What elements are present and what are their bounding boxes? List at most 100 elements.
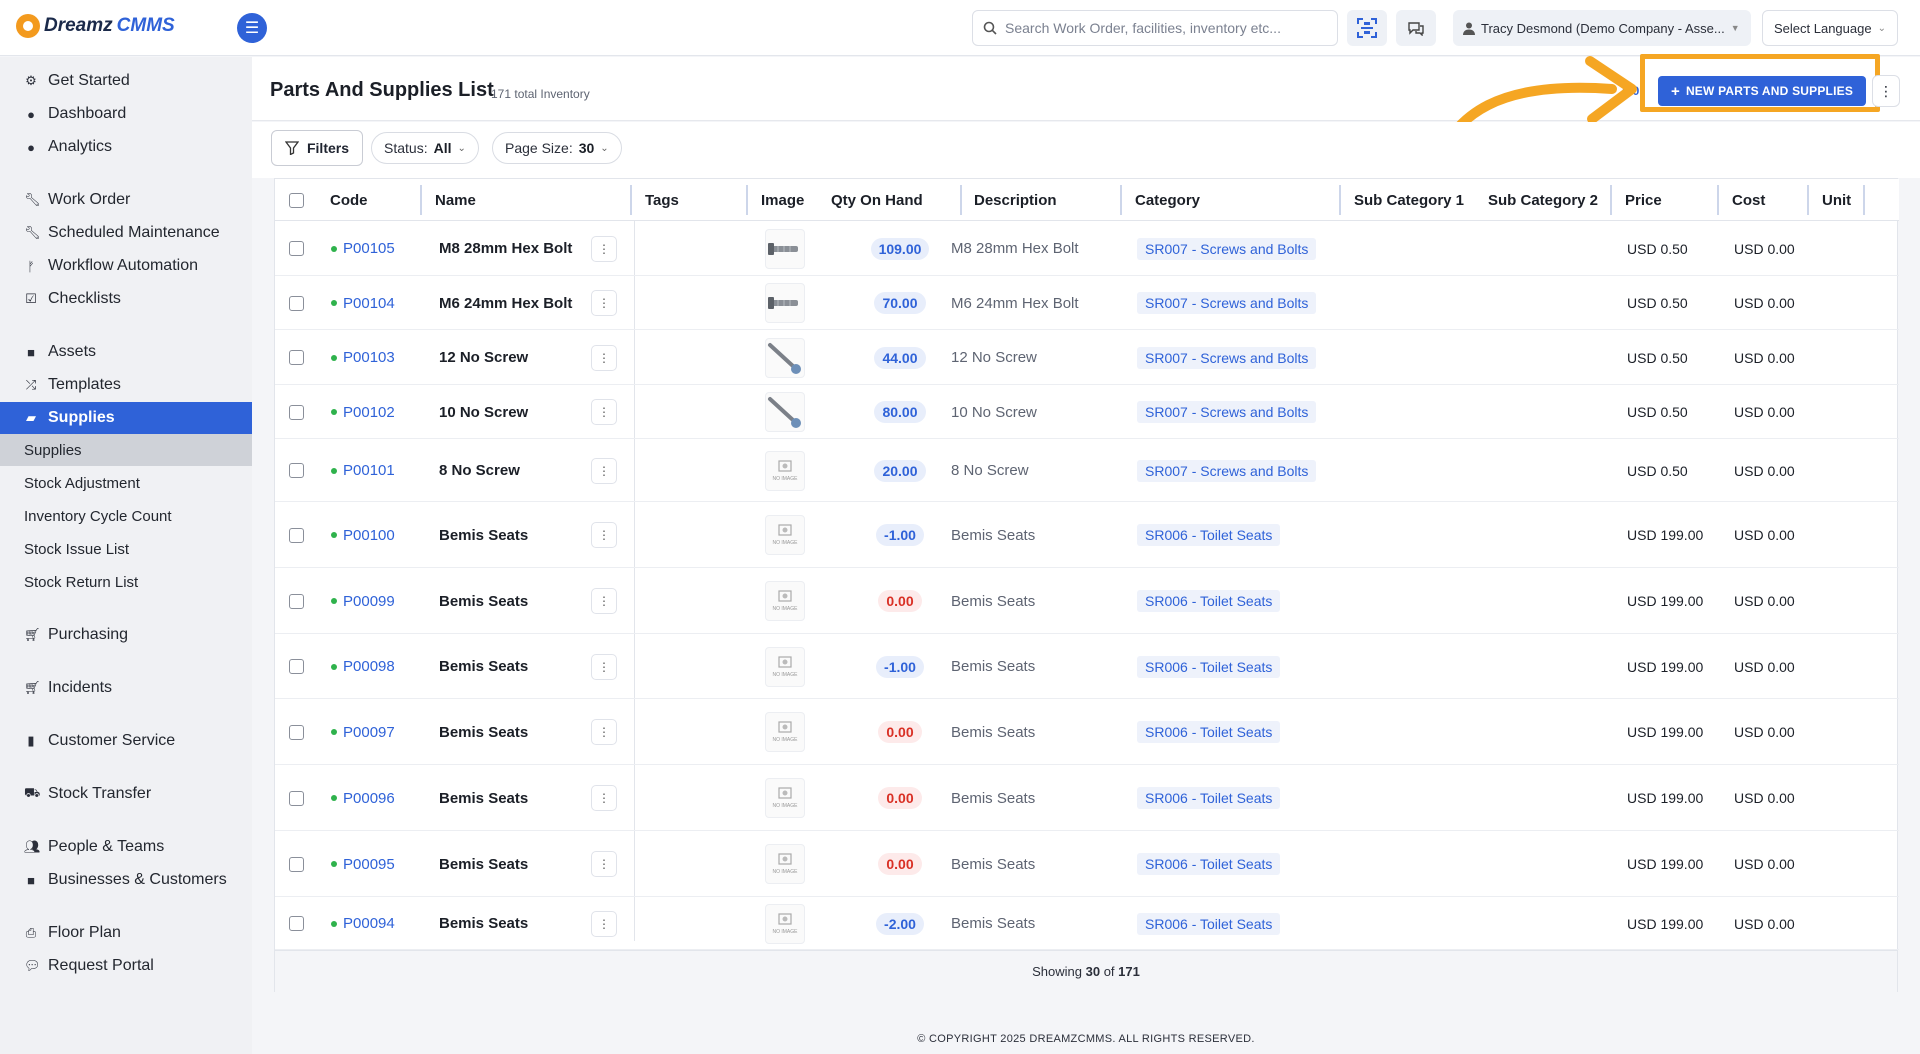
- code-cell[interactable]: P00097: [331, 699, 395, 765]
- row-actions-button[interactable]: ⋮: [591, 522, 617, 548]
- app-logo[interactable]: Dreamz CMMS: [16, 14, 175, 38]
- row-checkbox[interactable]: [289, 527, 304, 543]
- part-code-link[interactable]: P00096: [343, 790, 395, 807]
- sidebar-item-purchasing[interactable]: 🛒︎ Purchasing: [0, 619, 252, 651]
- table-row[interactable]: P00103 12 No Screw ⋮ 44.00 12 No Screw SR007 …: [275, 330, 1899, 385]
- sidebar-sub-stock-return-list[interactable]: Stock Return List: [0, 566, 252, 598]
- part-image[interactable]: NO IMAGE: [765, 903, 805, 944]
- code-cell[interactable]: P00103: [331, 330, 395, 385]
- status-filter-chip[interactable]: Status: All ⌄: [371, 132, 479, 164]
- row-checkbox[interactable]: [289, 916, 304, 931]
- page-size-chip[interactable]: Page Size: 30 ⌄: [492, 132, 622, 164]
- sidebar-item-incidents[interactable]: 🛒︎ Incidents: [0, 672, 252, 704]
- column-divider[interactable]: [420, 185, 422, 215]
- user-menu[interactable]: Tracy Desmond (Demo Company - Asse... ▼: [1453, 10, 1751, 46]
- chat-button[interactable]: [1396, 10, 1436, 46]
- table-row[interactable]: P00100 Bemis Seats ⋮ NO IMAGE -1.00 Bemis Sea…: [275, 502, 1899, 568]
- column-divider[interactable]: [746, 185, 748, 215]
- category-tag[interactable]: SR007 - Screws and Bolts: [1137, 292, 1317, 314]
- column-cost[interactable]: Cost: [1732, 179, 1765, 221]
- row-actions-button[interactable]: ⋮: [591, 235, 617, 262]
- part-image[interactable]: NO IMAGE: [765, 515, 805, 555]
- sidebar-sub-stock-issue-list[interactable]: Stock Issue List: [0, 533, 252, 565]
- row-actions-button[interactable]: ⋮: [591, 851, 617, 877]
- row-checkbox[interactable]: [289, 856, 304, 872]
- column-divider[interactable]: [1120, 185, 1122, 215]
- sidebar-sub-stock-adjustment[interactable]: Stock Adjustment: [0, 467, 252, 499]
- row-checkbox[interactable]: [289, 790, 304, 806]
- column-price[interactable]: Price: [1625, 179, 1662, 221]
- column-tags[interactable]: Tags: [645, 179, 679, 221]
- code-cell[interactable]: P00095: [331, 831, 395, 897]
- code-cell[interactable]: P00096: [331, 765, 395, 831]
- part-image[interactable]: NO IMAGE: [765, 581, 805, 621]
- sidebar-item-get-started[interactable]: ⚙ Get Started: [0, 65, 252, 97]
- column-description[interactable]: Description: [974, 179, 1057, 221]
- row-checkbox[interactable]: [289, 241, 304, 256]
- select-all-checkbox[interactable]: [289, 192, 304, 208]
- table-row[interactable]: P00102 10 No Screw ⋮ 80.00 10 No Screw SR007 …: [275, 385, 1899, 439]
- sidebar-item-customer-service[interactable]: ▮ Customer Service: [0, 725, 252, 757]
- row-checkbox[interactable]: [289, 593, 304, 609]
- sidebar-item-supplies[interactable]: ▰ Supplies: [0, 402, 252, 434]
- sidebar-item-businesses-customers[interactable]: ■ Businesses & Customers: [0, 864, 252, 896]
- code-cell[interactable]: P00105: [331, 221, 395, 276]
- sidebar-item-stock-transfer[interactable]: ⛟ Stock Transfer: [0, 778, 252, 810]
- row-actions-button[interactable]: ⋮: [591, 588, 617, 614]
- sidebar-item-templates[interactable]: ⤮ Templates: [0, 369, 252, 401]
- code-cell[interactable]: P00100: [331, 502, 395, 568]
- column-sub-category-2[interactable]: Sub Category 2: [1488, 179, 1598, 221]
- row-actions-button[interactable]: ⋮: [591, 785, 617, 811]
- code-cell[interactable]: P00104: [331, 276, 395, 330]
- code-cell[interactable]: P00098: [331, 634, 395, 699]
- global-search[interactable]: [972, 10, 1338, 46]
- part-image[interactable]: [765, 392, 805, 432]
- row-checkbox[interactable]: [289, 295, 304, 311]
- category-tag[interactable]: SR006 - Toilet Seats: [1137, 721, 1281, 743]
- column-divider[interactable]: [1610, 185, 1612, 215]
- part-code-link[interactable]: P00104: [343, 295, 395, 312]
- code-cell[interactable]: P00101: [331, 439, 395, 502]
- column-divider[interactable]: [630, 185, 632, 215]
- category-tag[interactable]: SR007 - Screws and Bolts: [1137, 459, 1317, 482]
- scan-button[interactable]: [1347, 10, 1387, 46]
- part-code-link[interactable]: P00099: [343, 593, 395, 610]
- sidebar-item-request-portal[interactable]: 💬︎ Request Portal: [0, 950, 252, 982]
- sidebar-item-dashboard[interactable]: ● Dashboard: [0, 98, 252, 130]
- row-actions-button[interactable]: ⋮: [591, 910, 617, 937]
- code-cell[interactable]: P00102: [331, 385, 395, 439]
- sidebar-item-scheduled-maintenance[interactable]: 🔧︎ Scheduled Maintenance: [0, 217, 252, 249]
- part-code-link[interactable]: P00105: [343, 240, 395, 257]
- category-tag[interactable]: SR006 - Toilet Seats: [1137, 787, 1281, 809]
- column-code[interactable]: Code: [330, 179, 368, 221]
- row-checkbox[interactable]: [289, 724, 304, 740]
- category-tag[interactable]: SR006 - Toilet Seats: [1137, 524, 1281, 546]
- category-tag[interactable]: SR007 - Screws and Bolts: [1137, 237, 1317, 260]
- category-tag[interactable]: SR006 - Toilet Seats: [1137, 853, 1281, 875]
- part-code-link[interactable]: P00098: [343, 658, 395, 675]
- sidebar-item-assets[interactable]: ■ Assets: [0, 336, 252, 368]
- part-image[interactable]: NO IMAGE: [765, 646, 805, 687]
- menu-toggle-button[interactable]: ☰: [237, 13, 267, 43]
- part-image[interactable]: NO IMAGE: [765, 712, 805, 752]
- column-unit[interactable]: Unit: [1822, 179, 1851, 221]
- sidebar-item-work-order[interactable]: 🔧︎ Work Order: [0, 184, 252, 216]
- filters-button[interactable]: Filters: [271, 130, 363, 166]
- row-checkbox[interactable]: [289, 463, 304, 478]
- part-code-link[interactable]: P00095: [343, 856, 395, 873]
- part-code-link[interactable]: P00094: [343, 915, 395, 932]
- part-code-link[interactable]: P00102: [343, 404, 395, 421]
- row-actions-button[interactable]: ⋮: [591, 399, 617, 425]
- column-qty-on-hand[interactable]: Qty On Hand: [831, 179, 923, 221]
- row-checkbox[interactable]: [289, 404, 304, 420]
- row-checkbox[interactable]: [289, 659, 304, 674]
- column-image[interactable]: Image: [761, 179, 804, 221]
- table-row[interactable]: P00094 Bemis Seats ⋮ NO IMAGE -2.00 Bemis Sea…: [275, 897, 1899, 950]
- column-divider[interactable]: [1717, 185, 1719, 215]
- part-code-link[interactable]: P00101: [343, 462, 395, 479]
- row-actions-button[interactable]: ⋮: [591, 457, 617, 484]
- sidebar-sub-inventory-cycle-count[interactable]: Inventory Cycle Count: [0, 500, 252, 532]
- category-tag[interactable]: SR007 - Screws and Bolts: [1137, 346, 1317, 369]
- column-divider[interactable]: [1339, 185, 1341, 215]
- row-checkbox[interactable]: [289, 350, 304, 365]
